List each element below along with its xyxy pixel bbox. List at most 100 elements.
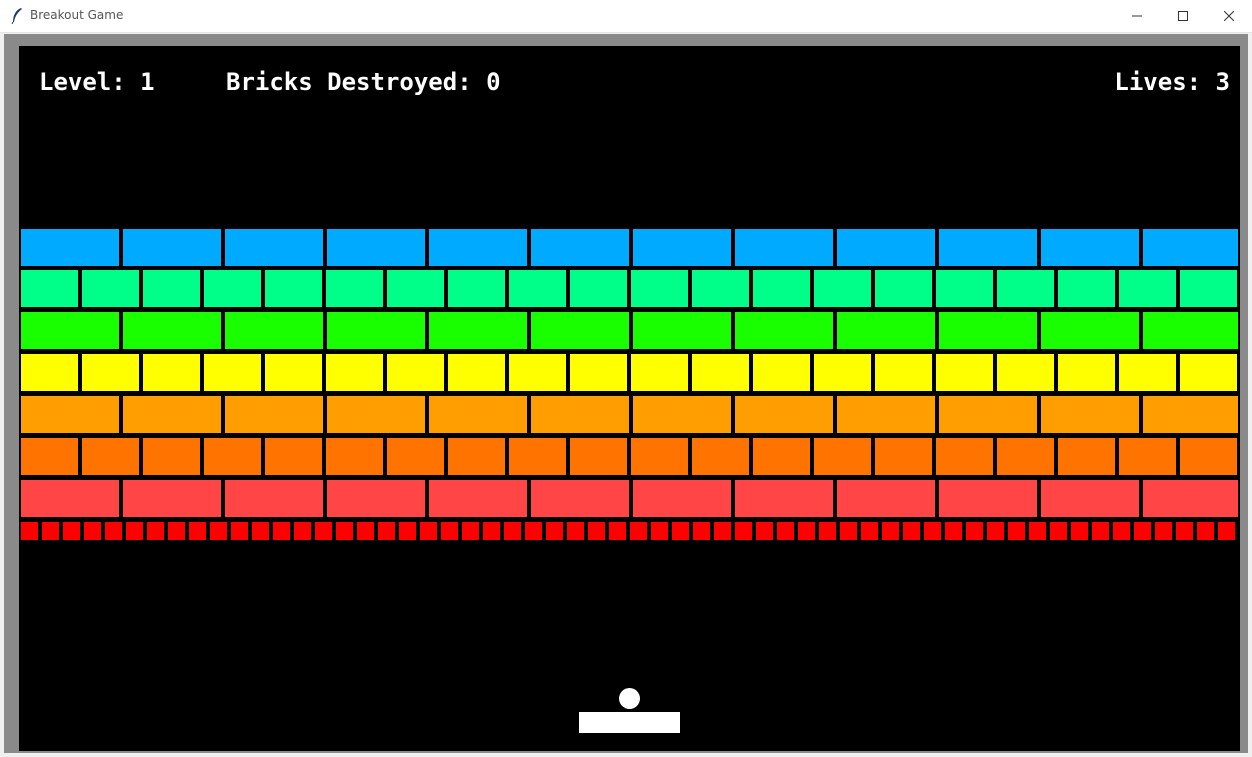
brick (873, 436, 934, 477)
brick (1178, 352, 1239, 393)
brick (427, 394, 529, 435)
brick (324, 436, 385, 477)
brick (529, 310, 631, 351)
brick (631, 394, 733, 435)
brick (325, 310, 427, 351)
game-canvas[interactable]: Level: 1 Bricks Destroyed: 0 Lives: 3 (19, 46, 1240, 751)
brick (121, 478, 223, 519)
brick (292, 520, 313, 542)
brick (937, 310, 1039, 351)
brick (446, 352, 507, 393)
brick (376, 520, 397, 542)
minimize-button[interactable] (1114, 0, 1160, 32)
brick (263, 268, 324, 309)
brick (733, 227, 835, 268)
brick (507, 436, 568, 477)
brick (880, 520, 901, 542)
brick (385, 352, 446, 393)
maximize-icon (1178, 11, 1188, 21)
brick (873, 352, 934, 393)
brick (937, 227, 1039, 268)
brick (1117, 268, 1178, 309)
brick (166, 520, 187, 542)
brick (835, 478, 937, 519)
brick (1117, 436, 1178, 477)
brick (796, 520, 817, 542)
brick (1090, 520, 1111, 542)
brick (775, 520, 796, 542)
ball (619, 688, 640, 709)
brick (691, 520, 712, 542)
brick (313, 520, 334, 542)
brick (529, 478, 631, 519)
brick (964, 520, 985, 542)
brick (460, 520, 481, 542)
brick (733, 478, 835, 519)
brick (529, 394, 631, 435)
brick (817, 520, 838, 542)
brick (334, 520, 355, 542)
brick (80, 436, 141, 477)
brick (223, 394, 325, 435)
brick (1039, 310, 1141, 351)
title-bar: Breakout Game (0, 0, 1252, 33)
brick (1048, 520, 1069, 542)
brick (325, 394, 427, 435)
brick (141, 268, 202, 309)
brick (141, 352, 202, 393)
brick (40, 520, 61, 542)
brick (873, 268, 934, 309)
close-button[interactable] (1206, 0, 1252, 32)
brick (670, 520, 691, 542)
brick (446, 268, 507, 309)
brick (937, 478, 1039, 519)
brick (145, 520, 166, 542)
brick (61, 520, 82, 542)
brick (325, 227, 427, 268)
brick (934, 436, 995, 477)
brick (103, 520, 124, 542)
brick (523, 520, 544, 542)
brick (1174, 520, 1195, 542)
brick (1141, 310, 1240, 351)
brick (1056, 352, 1117, 393)
brick (751, 352, 812, 393)
brick (1006, 520, 1027, 542)
brick (934, 352, 995, 393)
brick (121, 227, 223, 268)
brick (1216, 520, 1237, 542)
brick (631, 227, 733, 268)
brick (385, 268, 446, 309)
brick (649, 520, 670, 542)
brick (565, 520, 586, 542)
paddle[interactable] (579, 712, 680, 733)
brick (397, 520, 418, 542)
brick (812, 268, 873, 309)
brick (1039, 227, 1141, 268)
brick (812, 352, 873, 393)
brick (324, 352, 385, 393)
bricks-destroyed-label: Bricks Destroyed: 0 (226, 68, 501, 96)
brick (1141, 227, 1240, 268)
brick (223, 227, 325, 268)
maximize-button[interactable] (1160, 0, 1206, 32)
brick (568, 436, 629, 477)
brick (1132, 520, 1153, 542)
brick (934, 268, 995, 309)
brick (586, 520, 607, 542)
brick (812, 436, 873, 477)
brick (121, 310, 223, 351)
brick (754, 520, 775, 542)
brick (427, 227, 529, 268)
brick (271, 520, 292, 542)
brick (19, 478, 121, 519)
brick (631, 310, 733, 351)
brick (835, 227, 937, 268)
brick (263, 436, 324, 477)
brick (19, 352, 80, 393)
brick (943, 520, 964, 542)
brick (1141, 394, 1240, 435)
brick (1178, 268, 1239, 309)
brick (202, 436, 263, 477)
brick (1039, 478, 1141, 519)
